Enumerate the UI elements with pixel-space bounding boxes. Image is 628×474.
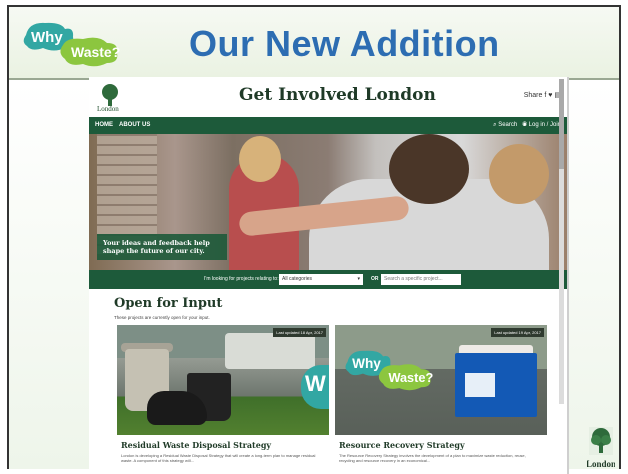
london-tree-icon: London: [587, 427, 615, 469]
why-waste-partial-logo: W: [301, 365, 329, 409]
hero-person-left-head: [239, 136, 281, 182]
slide-frame: Why Waste? Our New Addition London Get I…: [7, 5, 621, 474]
user-icon[interactable]: ◉: [522, 122, 527, 128]
card-updated-badge: Last updated 19 Apr, 2017: [491, 328, 544, 337]
card-image-waste-bins: W Last updated 18 Apr, 2017: [117, 325, 329, 435]
blue-box-label: [465, 373, 495, 397]
slide-title: Our New Addition: [189, 23, 500, 64]
card-updated-badge: Last updated 18 Apr, 2017: [273, 328, 326, 337]
logo-word-waste: Waste?: [388, 370, 433, 385]
website-screenshot: London Get Involved London Share f ♥ ▤ H…: [89, 77, 569, 474]
nav-login[interactable]: Log in / Join: [529, 122, 561, 128]
share-links[interactable]: Share f ♥ ▤: [524, 91, 561, 99]
dropdown-icon: ▾: [357, 276, 360, 282]
nav-item-about-us[interactable]: ABOUT US: [119, 122, 150, 128]
card-image-blue-box: Why Waste? Last updated 19 Apr, 2017: [335, 325, 547, 435]
share-label: Share: [523, 92, 543, 99]
filter-or: OR: [371, 276, 379, 282]
logo-word-waste: Waste?: [71, 44, 120, 60]
category-select[interactable]: All categories ▾: [279, 274, 363, 285]
scroll-thumb[interactable]: [559, 79, 564, 169]
why-waste-logo: Why Waste?: [345, 350, 433, 391]
truck: [225, 333, 315, 369]
card-title[interactable]: Resource Recovery Strategy: [339, 440, 465, 450]
logo-word-why: Why: [352, 356, 381, 371]
garbage-bags: [147, 391, 207, 425]
site-brand: London: [97, 105, 119, 113]
site-title: Get Involved London: [239, 85, 436, 105]
hero-caption: Your ideas and feedback help shape the f…: [97, 234, 227, 260]
project-card-resource-recovery[interactable]: Why Waste? Last updated 19 Apr, 2017 Res…: [335, 325, 547, 474]
section-subtitle: These projects are currently open for yo…: [114, 315, 210, 320]
nav-right: ⌕ Search ◉ Log in / Join: [493, 122, 561, 129]
hero-person-right-head: [389, 134, 469, 204]
section-title: Open for Input: [114, 296, 223, 311]
card-title[interactable]: Residual Waste Disposal Strategy: [121, 440, 271, 450]
project-search-placeholder: Search a specific project...: [384, 276, 443, 282]
logo-word-why: Why: [31, 29, 63, 46]
hero-person-background: [489, 144, 549, 204]
london-logo-text: London: [587, 459, 615, 469]
nav-item-home[interactable]: HOME: [95, 122, 113, 128]
site-nav: HOME ABOUT US ⌕ Search ◉ Log in / Join: [89, 117, 567, 134]
search-icon[interactable]: ⌕: [493, 122, 496, 128]
site-header: London Get Involved London Share f ♥ ▤: [89, 77, 567, 117]
filter-bar: I'm looking for projects relating to: Al…: [89, 270, 567, 289]
nav-search[interactable]: Search: [498, 122, 517, 128]
twitter-icon[interactable]: ♥: [548, 92, 552, 99]
facebook-icon[interactable]: f: [544, 92, 546, 99]
card-description: The Resource Recovery Strategy involves …: [339, 453, 526, 463]
why-waste-logo: Why Waste?: [23, 22, 120, 67]
hero-image: Your ideas and feedback help shape the f…: [89, 134, 567, 270]
scrollbar[interactable]: [559, 79, 564, 404]
filter-label: I'm looking for projects relating to:: [204, 276, 279, 282]
card-description: London is developing a Residual Waste Di…: [121, 453, 316, 463]
project-search-input[interactable]: Search a specific project...: [381, 274, 461, 285]
category-select-value: All categories: [282, 276, 313, 282]
project-card-residual-waste[interactable]: W Last updated 18 Apr, 2017 Residual Was…: [117, 325, 329, 474]
